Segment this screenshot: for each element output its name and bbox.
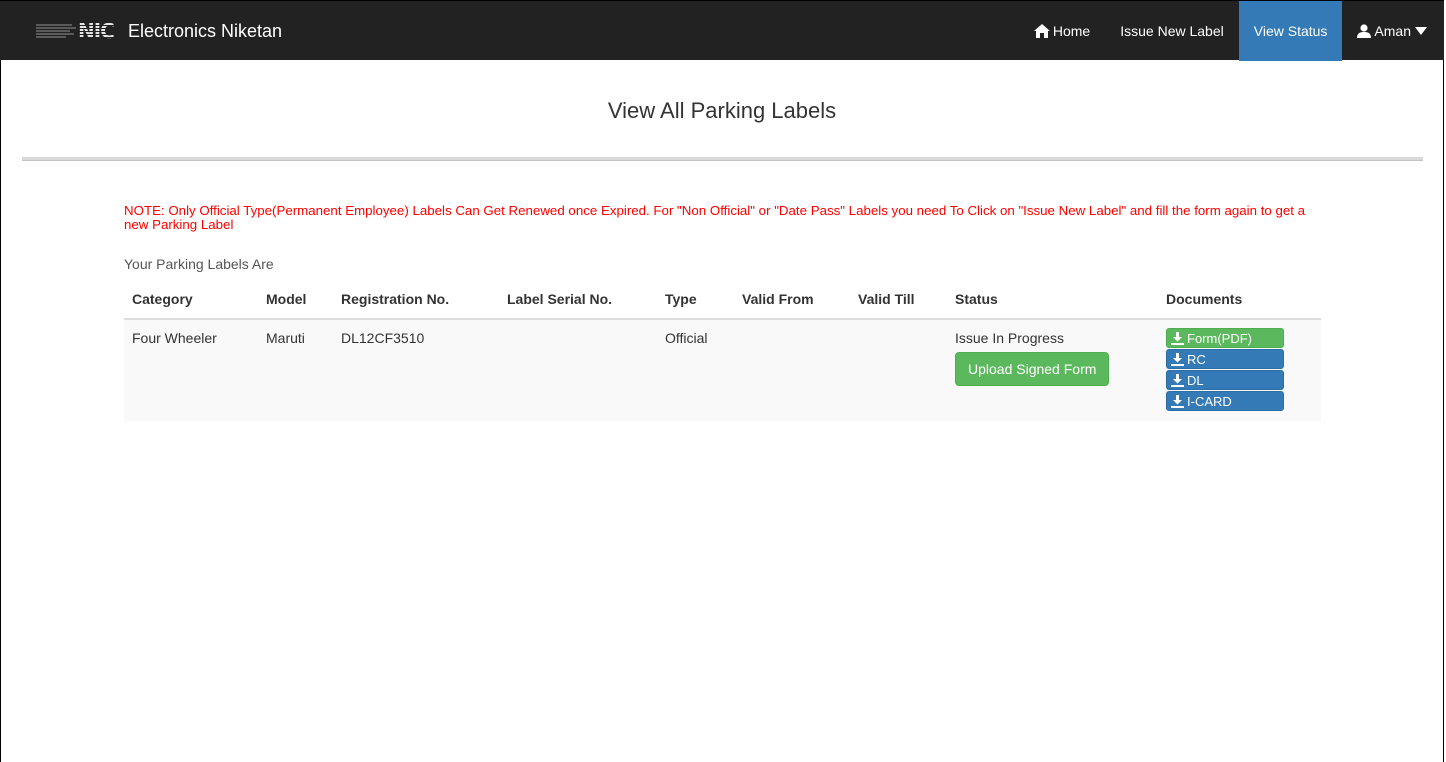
download-rc-button[interactable]: RC [1166,349,1284,369]
icard-label: I-CARD [1187,393,1232,409]
col-category: Category [124,280,258,320]
nav-home[interactable]: Home [1019,1,1105,61]
download-icon [1171,352,1184,366]
renewal-note: NOTE: Only Official Type(Permanent Emplo… [124,203,1306,232]
page-title: View All Parking Labels [607,98,837,123]
home-icon [1033,24,1050,38]
nav-issue-new-label[interactable]: Issue New Label [1105,1,1239,61]
cell-registration: DL12CF3510 [333,319,499,422]
cell-serial [499,319,657,422]
labels-subtitle: Your Parking Labels Are [124,256,274,272]
download-form-pdf-button[interactable]: Form(PDF) [1166,328,1284,348]
nav-issue-new-label-text: Issue New Label [1120,23,1224,39]
top-navbar: NIC Electronics Niketan Home Issue New L… [0,0,1444,61]
cell-model: Maruti [258,319,333,422]
dl-label: DL [1187,372,1204,388]
logo-text: NIC [78,19,115,43]
download-icon [1171,373,1184,387]
col-model: Model [258,280,333,320]
status-text: Issue In Progress [955,330,1064,346]
user-name: Aman [1374,23,1411,39]
col-registration: Registration No. [333,280,499,320]
user-icon [1357,24,1372,38]
col-status: Status [947,280,1158,320]
nav-menu: Home Issue New Label View Status Aman [1019,1,1444,61]
brand-name[interactable]: Electronics Niketan [128,21,282,42]
col-valid-from: Valid From [734,280,850,320]
col-valid-till: Valid Till [850,280,947,320]
form-pdf-label: Form(PDF) [1187,330,1252,346]
download-dl-button[interactable]: DL [1166,370,1284,390]
download-icon [1171,331,1184,345]
cell-documents: Form(PDF) RC DL I-CARD [1158,319,1321,422]
parking-labels-table: Category Model Registration No. Label Se… [124,280,1321,422]
cell-category: Four Wheeler [124,319,258,422]
table-header-row: Category Model Registration No. Label Se… [124,280,1321,320]
download-icard-button[interactable]: I-CARD [1166,391,1284,411]
nav-view-status[interactable]: View Status [1238,1,1343,61]
cell-valid-till [850,319,947,422]
col-serial: Label Serial No. [499,280,657,320]
cell-type: Official [657,319,734,422]
brand[interactable]: NIC Electronics Niketan [36,1,282,61]
header-divider [22,157,1423,161]
col-documents: Documents [1158,280,1321,320]
table-row: Four Wheeler Maruti DL12CF3510 Official … [124,319,1321,422]
nic-logo: NIC [36,19,118,43]
rc-label: RC [1187,351,1206,367]
nav-home-label: Home [1052,23,1091,39]
cell-valid-from [734,319,850,422]
caret-down-icon [1415,27,1427,35]
upload-signed-form-button[interactable]: Upload Signed Form [955,352,1110,386]
cell-status: Issue In Progress Upload Signed Form [947,319,1158,422]
download-icon [1171,394,1184,408]
logo-tagline [36,24,76,38]
col-type: Type [657,280,734,320]
user-menu[interactable]: Aman [1342,1,1444,61]
nav-view-status-text: View Status [1253,23,1328,39]
